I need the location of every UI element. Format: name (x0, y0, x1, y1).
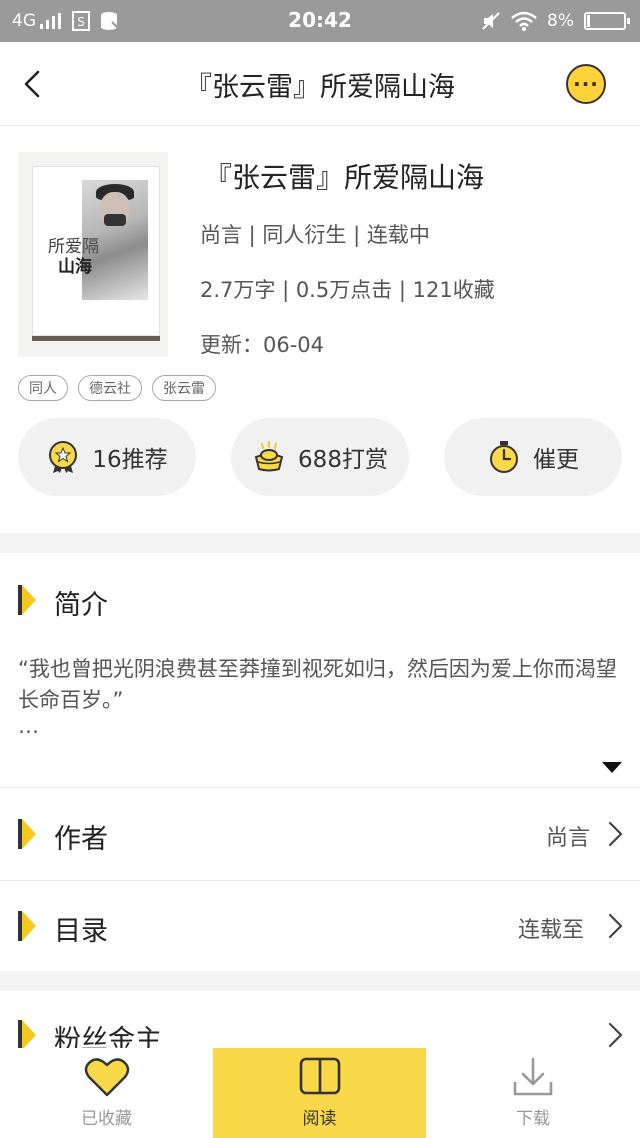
book-title: 『张云雷』所爱隔山海 (204, 161, 485, 194)
expand-triangle-icon[interactable] (602, 762, 622, 773)
page-title: 『张云雷』所爱隔山海 (185, 72, 455, 103)
tag[interactable]: 德云社 (78, 375, 142, 401)
tag[interactable]: 同人 (18, 375, 68, 401)
section-marker-icon (18, 1020, 36, 1050)
urge-update-button[interactable]: 催更 (444, 418, 622, 496)
book-cover[interactable]: 所爱隔 山海 (18, 152, 168, 357)
toc-label: 目录 (54, 916, 108, 947)
open-book-icon (299, 1057, 340, 1095)
chevron-right-icon (608, 821, 623, 847)
recommend-button[interactable]: 16推荐 (18, 418, 196, 496)
back-arrow-icon[interactable] (14, 64, 54, 104)
section-gap (0, 971, 640, 991)
download-icon (513, 1057, 553, 1096)
favorite-label: 已收藏 (81, 1109, 132, 1129)
download-label: 下载 (516, 1109, 550, 1129)
intro-title: 简介 (54, 590, 108, 621)
urge-label: 催更 (533, 447, 579, 473)
tag[interactable]: 张云雷 (152, 375, 216, 401)
medal-icon (49, 441, 78, 473)
bottom-bar: 已收藏 阅读 下载 (0, 1048, 640, 1138)
cover-bar (32, 336, 160, 341)
fans-row[interactable]: 粉丝金主 (0, 991, 640, 1056)
section-marker-icon (18, 819, 36, 849)
favorite-tab[interactable]: 已收藏 (0, 1048, 213, 1138)
chevron-right-icon (608, 1022, 623, 1048)
book-meta-author-genre-status: 尚言 | 同人衍生 | 连载中 (200, 223, 430, 247)
toc-row[interactable]: 目录 连载至 (0, 881, 640, 971)
intro-text: “我也曾把光阴浪费甚至莽撞到视死如归，然后因为爱上你而渴望长命百岁。” (18, 657, 617, 712)
read-tab[interactable]: 阅读 (213, 1048, 426, 1138)
read-label: 阅读 (302, 1109, 337, 1129)
author-name: 尚言 (545, 826, 590, 851)
battery-icon (584, 12, 630, 30)
wifi-icon (511, 11, 537, 31)
reward-count: 688打赏 (298, 447, 388, 473)
cover-mask (104, 214, 126, 226)
gold-ingot-icon (254, 441, 284, 472)
reward-button[interactable]: 688打赏 (231, 418, 409, 496)
tag-list: 同人 德云社 张云雷 (18, 375, 216, 401)
heart-icon (84, 1058, 129, 1097)
status-bar: 4G S 20:42 8% (0, 0, 640, 42)
book-meta-updated: 更新：06-04 (200, 333, 325, 357)
section-gap (0, 533, 640, 553)
mute-icon (482, 12, 500, 30)
chevron-right-icon (608, 913, 623, 939)
header: 『张云雷』所爱隔山海 ··· (0, 42, 640, 126)
download-tab[interactable]: 下载 (426, 1048, 640, 1138)
battery-percent: 8% (547, 11, 574, 31)
section-marker-icon (18, 911, 36, 941)
status-right: 8% (481, 9, 630, 33)
book-meta-stats: 2.7万字 | 0.5万点击 | 121收藏 (200, 278, 495, 302)
intro-ellipsis: … (18, 714, 39, 738)
battery-level (587, 15, 590, 27)
section-marker-icon (18, 585, 36, 615)
toc-status: 连载至 (517, 918, 584, 943)
author-row[interactable]: 作者 尚言 (0, 788, 640, 880)
author-label: 作者 (54, 824, 108, 855)
cover-title-line2: 山海 (58, 257, 92, 277)
recommend-count: 16推荐 (92, 447, 168, 473)
stopwatch-icon (490, 441, 518, 473)
more-options-button[interactable]: ··· (566, 64, 606, 104)
